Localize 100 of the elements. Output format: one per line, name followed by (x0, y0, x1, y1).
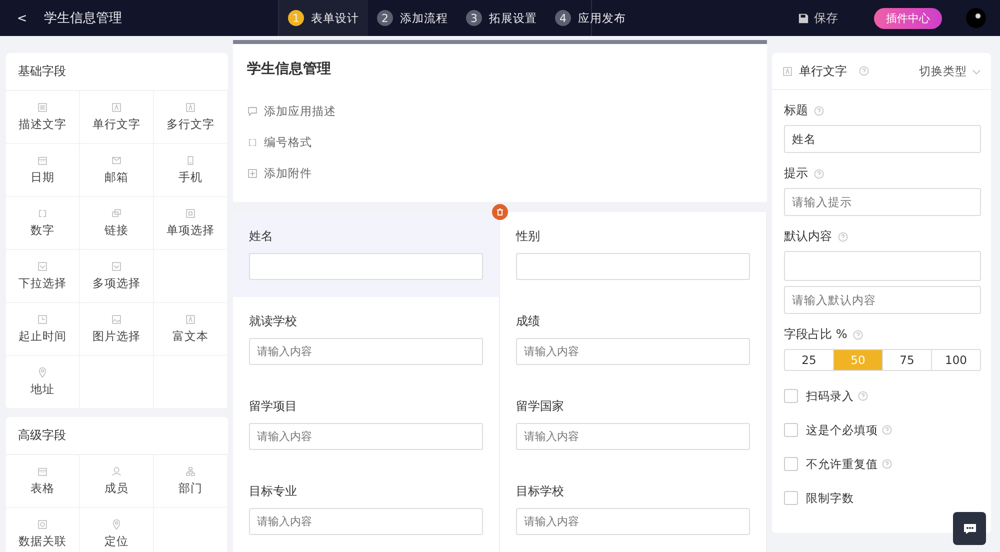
input-field[interactable] (516, 253, 750, 280)
field-type-label: 下拉选择 (18, 276, 66, 291)
form-field[interactable]: 目标专业 请输入内容 (233, 467, 500, 552)
input-field[interactable]: 请输入默认内容 (784, 286, 981, 314)
form-field[interactable]: 性别 (500, 212, 767, 297)
field-type-item[interactable]: 多行文字 (154, 91, 228, 144)
input-field[interactable]: 请输入内容 (516, 338, 750, 365)
field-type-item[interactable]: 单行文字 (80, 91, 154, 144)
trash-icon[interactable] (492, 204, 508, 220)
switch-type-dropdown[interactable]: 切换类型 (919, 64, 981, 78)
location-pin-icon (111, 519, 122, 530)
text-lines-icon (37, 102, 48, 113)
text-field-icon (185, 102, 196, 113)
field-label: 目标学校 (516, 483, 565, 500)
chevron-down-icon (972, 68, 981, 74)
text-field-icon (111, 102, 122, 113)
form-action-link[interactable]: 添加附件 (247, 158, 753, 189)
plugin-center-button[interactable]: 插件中心 (874, 8, 942, 28)
checkbox[interactable] (784, 491, 798, 505)
form-field[interactable]: 留学项目 请输入内容 (233, 382, 500, 467)
field-type-item[interactable]: 描述文字 (6, 91, 80, 144)
comment-icon (247, 106, 258, 117)
radio-icon (185, 208, 196, 219)
step-tab[interactable]: 3 拓展设置 (457, 0, 546, 36)
input-field[interactable] (249, 253, 483, 280)
back-button[interactable]: < (0, 11, 44, 25)
field-type-label: 图片选择 (92, 329, 140, 344)
field-type-label: 数字 (30, 223, 54, 238)
text-field-icon (185, 314, 196, 325)
avatar[interactable] (966, 8, 986, 28)
save-button[interactable]: 保存 (798, 10, 838, 26)
form-field[interactable]: 就读学校 请输入内容 (233, 297, 500, 382)
input-field[interactable]: 请输入提示 (784, 188, 981, 216)
form-title: 学生信息管理 (247, 60, 332, 79)
field-type-item[interactable]: 链接 (80, 197, 154, 250)
form-field[interactable]: 目标学校 请输入内容 (500, 467, 767, 552)
field-type-item[interactable]: 成员 (80, 455, 154, 508)
form-field[interactable]: 留学国家 请输入内容 (500, 382, 767, 467)
form-field[interactable]: 姓名 (233, 212, 500, 297)
help-icon (814, 106, 824, 116)
step-label: 应用发布 (578, 10, 626, 26)
field-type-item[interactable]: 多项选择 (80, 250, 154, 303)
field-label: 留学国家 (516, 398, 565, 415)
image-icon (111, 314, 122, 325)
step-label: 添加流程 (400, 10, 448, 26)
app-title: 学生信息管理 (44, 10, 123, 27)
text-field-icon (782, 66, 793, 76)
field-type-label: 成员 (104, 481, 128, 496)
select-field[interactable] (784, 251, 981, 281)
panel-title: 基础字段 (6, 53, 228, 91)
field-type-item[interactable]: 图片选择 (80, 303, 154, 356)
field-type-item[interactable]: 富文本 (154, 303, 228, 356)
field-type-item[interactable]: 下拉选择 (6, 250, 80, 303)
field-label: 成绩 (516, 313, 541, 330)
field-type-item[interactable]: 数字 (6, 197, 80, 250)
grid-icon (37, 155, 48, 166)
checkbox[interactable] (784, 389, 798, 403)
chat-button[interactable] (953, 512, 986, 545)
field-type-item[interactable]: 手机 (154, 144, 228, 197)
input-field[interactable]: 姓名 (784, 125, 981, 153)
field-type-label: 定位 (104, 534, 128, 549)
step-tab[interactable]: 1 表单设计 (279, 0, 368, 36)
field-type-item[interactable]: 单项选择 (154, 197, 228, 250)
option-label: 不允许重复值 (806, 456, 878, 472)
field-type-item[interactable]: 日期 (6, 144, 80, 197)
option-label: 这是个必填项 (806, 422, 878, 438)
field-type-item[interactable]: 地址 (6, 356, 80, 409)
form-field[interactable]: 成绩 请输入内容 (500, 297, 767, 382)
clock-icon (37, 314, 48, 325)
field-type-item[interactable]: 表格 (6, 455, 80, 508)
plus-box-icon (247, 168, 258, 179)
field-type-item[interactable]: 部门 (154, 455, 228, 508)
field-type-label: 描述文字 (18, 117, 66, 132)
field-type-item[interactable]: 起止时间 (6, 303, 80, 356)
help-icon (838, 232, 848, 242)
field-label: 目标专业 (249, 483, 298, 500)
field-type-item[interactable]: 邮箱 (80, 144, 154, 197)
form-action-link[interactable]: 编号格式 (247, 127, 753, 158)
ratio-option[interactable]: 75 (883, 350, 932, 370)
step-label: 表单设计 (311, 10, 359, 26)
setting-label: 默认内容 (784, 228, 832, 245)
org-chart-icon (185, 466, 196, 477)
step-tab[interactable]: 4 应用发布 (546, 0, 635, 36)
input-field[interactable]: 请输入内容 (249, 338, 483, 365)
field-type-item[interactable]: 数据关联 (6, 508, 80, 552)
field-type-label: 单行文字 (92, 117, 140, 132)
field-type-item[interactable]: 定位 (80, 508, 154, 552)
field-type-title: 单行文字 (799, 62, 847, 80)
form-action-link[interactable]: 添加应用描述 (247, 96, 753, 127)
checkbox[interactable] (784, 457, 798, 471)
step-tab[interactable]: 2 添加流程 (368, 0, 457, 36)
dropdown-icon (37, 261, 48, 272)
checkbox[interactable] (784, 423, 798, 437)
step-number: 3 (466, 10, 482, 26)
input-field[interactable]: 请输入内容 (516, 508, 750, 535)
ratio-option[interactable]: 100 (932, 350, 980, 370)
setting-label: 提示 (784, 165, 808, 182)
input-field[interactable]: 请输入内容 (249, 423, 483, 450)
input-field[interactable]: 请输入内容 (516, 423, 750, 450)
input-field[interactable]: 请输入内容 (249, 508, 483, 535)
